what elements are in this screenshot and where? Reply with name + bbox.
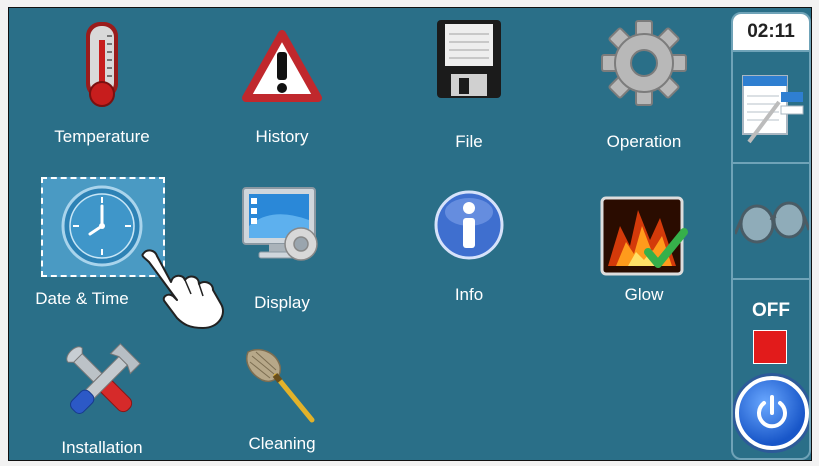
sidebar-divider (733, 278, 809, 280)
sidebar: 02:11 OFF (727, 8, 811, 460)
tile-cleaning[interactable]: Cleaning (207, 338, 357, 460)
tile-info-label: Info (454, 285, 484, 304)
notepad-pen-icon (742, 75, 804, 144)
tile-operation[interactable]: Operation (569, 18, 719, 168)
tile-glow[interactable]: Glow (569, 178, 719, 328)
tile-display-label: Display (254, 293, 310, 312)
info-icon (434, 190, 504, 260)
tile-cleaning-label: Cleaning (248, 434, 316, 453)
tile-temperature-label: Temperature (54, 127, 150, 146)
tile-info[interactable]: Info (394, 178, 544, 328)
warning-triangle-icon (242, 30, 322, 102)
feather-duster-icon (246, 348, 315, 423)
tile-history[interactable]: History (207, 18, 357, 168)
power-button[interactable] (735, 376, 809, 450)
clock-display: 02:11 (733, 14, 809, 52)
tile-file[interactable]: File (394, 18, 544, 168)
sidebar-frame: 02:11 OFF (731, 12, 811, 460)
tile-operation-label: Operation (606, 132, 682, 151)
menu-grid: Temperature History File Operation Date … (9, 8, 727, 460)
thermometer-icon (86, 22, 118, 107)
monitor-gear-icon (242, 187, 318, 261)
tile-installation-label: Installation (61, 438, 143, 457)
tools-icon (66, 343, 141, 414)
tile-display[interactable]: Display (207, 178, 357, 328)
gear-icon (601, 20, 687, 106)
glasses-button[interactable] (733, 164, 809, 276)
tile-installation[interactable]: Installation (27, 338, 177, 460)
state-indicator (753, 330, 787, 364)
glasses-icon (735, 201, 809, 244)
tile-file-label: File (455, 132, 483, 151)
tile-date-time-label: Date & Time (35, 289, 129, 308)
notes-button[interactable] (733, 52, 809, 162)
clock-icon (61, 185, 143, 267)
state-label: OFF (752, 300, 790, 321)
floppy-disk-icon (437, 20, 501, 98)
flame-check-icon (600, 196, 688, 276)
tile-glow-label: Glow (624, 285, 664, 304)
tile-temperature[interactable]: Temperature (27, 18, 177, 168)
screen: Temperature History File Operation Date … (8, 7, 812, 461)
power-icon (757, 395, 787, 429)
tile-history-label: History (255, 127, 309, 146)
